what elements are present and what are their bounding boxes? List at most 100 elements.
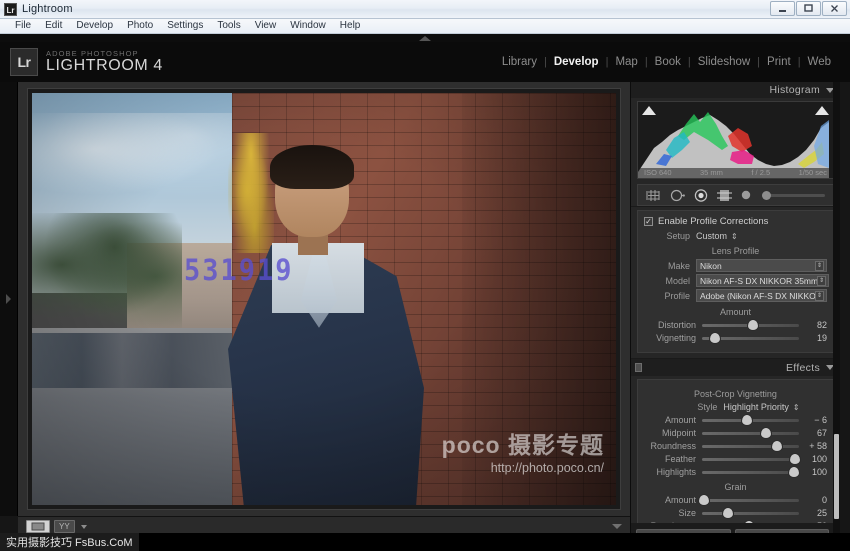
vignetting-slider[interactable] — [702, 332, 799, 343]
watermark-poco: poco 摄影专题 http://photo.poco.cn/ — [442, 426, 604, 475]
vignette-feather-row[interactable]: Feather 100 — [644, 453, 827, 464]
chevron-down-icon[interactable]: ⇕ — [815, 261, 824, 271]
highlight-clipping-icon[interactable] — [815, 106, 829, 115]
setup-value[interactable]: Custom — [696, 231, 727, 241]
up-down-stepper-icon[interactable]: ⇕ — [731, 232, 738, 241]
grain-amount-value[interactable]: 0 — [799, 495, 827, 505]
distortion-slider-row[interactable]: Distortion 82 — [644, 319, 827, 330]
crop-overlay-icon[interactable] — [646, 189, 661, 202]
grain-size-slider[interactable] — [702, 507, 799, 518]
distortion-slider[interactable] — [702, 319, 799, 330]
graduated-filter-icon[interactable] — [717, 189, 732, 202]
effects-header[interactable]: Effects — [631, 359, 840, 376]
enable-profile-corrections-row[interactable]: ✓ Enable Profile Corrections — [644, 216, 827, 227]
adjustment-brush-icon[interactable] — [741, 189, 753, 201]
lens-make-select[interactable]: Nikon ⇕ — [696, 259, 827, 272]
vignette-style-row[interactable]: Style Highlight Priority ⇕ — [644, 402, 827, 412]
vignette-feather-value[interactable]: 100 — [799, 454, 827, 464]
grain-size-row[interactable]: Size 25 — [644, 507, 827, 518]
vignetting-slider-row[interactable]: Vignetting 19 — [644, 332, 827, 343]
vignette-highlights-knob[interactable] — [789, 466, 800, 477]
panel-switch-icon[interactable] — [635, 363, 642, 372]
shadow-clipping-icon[interactable] — [642, 106, 656, 115]
histogram-chart[interactable]: ISO 640 35 mm f / 2.5 1/50 sec — [637, 101, 834, 179]
vignette-amount-row[interactable]: Amount − 6 — [644, 414, 827, 425]
lens-profile-row[interactable]: Profile Adobe (Nikon AF-S DX NIKKO... ⇕ — [644, 289, 827, 302]
up-down-stepper-icon[interactable]: ⇕ — [793, 403, 800, 412]
photo-image[interactable]: 531919 poco 摄影专题 http://photo.poco.cn/ — [32, 93, 616, 505]
vignetting-slider-knob[interactable] — [709, 332, 720, 343]
module-slideshow[interactable]: Slideshow — [691, 56, 757, 68]
module-book[interactable]: Book — [648, 56, 688, 68]
right-panel-scrollbar[interactable] — [833, 82, 840, 551]
vignette-feather-knob[interactable] — [790, 453, 801, 464]
enable-profile-corrections-checkbox[interactable]: ✓ — [644, 217, 653, 226]
module-library[interactable]: Library — [495, 56, 544, 68]
brush-size-slider-knob[interactable] — [762, 190, 771, 200]
menu-item-help[interactable]: Help — [333, 19, 368, 33]
distortion-value[interactable]: 82 — [799, 320, 827, 330]
menu-item-view[interactable]: View — [248, 19, 284, 33]
vignette-roundness-value[interactable]: + 58 — [799, 441, 827, 451]
caret-down-icon[interactable] — [80, 524, 87, 529]
identity-plate[interactable]: Lr ADOBE PHOTOSHOP LIGHTROOM 4 — [10, 48, 163, 76]
minimize-button[interactable] — [770, 1, 795, 16]
vignette-midpoint-slider[interactable] — [702, 427, 799, 438]
vignette-highlights-slider[interactable] — [702, 466, 800, 477]
vignette-midpoint-knob[interactable] — [761, 427, 772, 438]
menu-item-edit[interactable]: Edit — [38, 19, 69, 33]
module-develop[interactable]: Develop — [547, 56, 606, 68]
grain-size-knob[interactable] — [723, 507, 734, 518]
module-web[interactable]: Web — [801, 56, 838, 68]
menu-item-settings[interactable]: Settings — [160, 19, 210, 33]
chevron-down-icon[interactable]: ⇕ — [815, 291, 824, 301]
lens-profile-select[interactable]: Adobe (Nikon AF-S DX NIKKO... ⇕ — [696, 289, 827, 302]
vignette-roundness-row[interactable]: Roundness + 58 — [644, 440, 827, 451]
loupe-view-icon[interactable] — [26, 520, 50, 533]
brush-size-slider[interactable] — [762, 190, 825, 200]
vignette-amount-slider[interactable] — [702, 414, 799, 425]
vignette-midpoint-row[interactable]: Midpoint 67 — [644, 427, 827, 438]
setup-row[interactable]: Setup Custom ⇕ — [644, 231, 827, 241]
left-panel-collapse-toggle[interactable] — [0, 82, 18, 516]
menu-item-develop[interactable]: Develop — [69, 19, 120, 33]
right-panel-scrollbar-thumb[interactable] — [834, 434, 839, 519]
vignetting-value[interactable]: 19 — [799, 333, 827, 343]
vignette-amount-knob[interactable] — [741, 414, 752, 425]
menu-item-tools[interactable]: Tools — [210, 19, 247, 33]
lens-model-select[interactable]: Nikon AF-S DX NIKKOR 35mm... ⇕ — [696, 274, 830, 287]
grain-amount-knob[interactable] — [698, 494, 709, 505]
histogram-header[interactable]: Histogram — [631, 82, 840, 98]
triangle-down-icon[interactable] — [612, 524, 622, 529]
red-eye-correction-icon[interactable] — [694, 188, 708, 202]
lens-make-label: Make — [667, 260, 690, 271]
chevron-down-icon[interactable]: ⇕ — [817, 276, 827, 286]
vignette-highlights-row[interactable]: Highlights 100 — [644, 466, 827, 477]
menu-item-photo[interactable]: Photo — [120, 19, 160, 33]
maximize-button[interactable] — [796, 1, 821, 16]
photo-stage: 531919 poco 摄影专题 http://photo.poco.cn/ — [18, 82, 630, 516]
close-button[interactable] — [822, 1, 847, 16]
distortion-slider-knob[interactable] — [748, 319, 759, 330]
top-panel-collapse-toggle[interactable] — [0, 34, 850, 42]
grain-amount-row[interactable]: Amount 0 — [644, 494, 827, 505]
grain-amount-slider[interactable] — [698, 494, 799, 505]
vignette-roundness-knob[interactable] — [771, 440, 782, 451]
lens-model-row[interactable]: Model Nikon AF-S DX NIKKOR 35mm... ⇕ — [644, 274, 830, 287]
vignette-midpoint-value[interactable]: 67 — [799, 428, 827, 438]
menu-item-window[interactable]: Window — [283, 19, 333, 33]
window-controls — [770, 1, 847, 16]
module-map[interactable]: Map — [608, 56, 644, 68]
vignette-style-value[interactable]: Highlight Priority — [723, 402, 789, 412]
vignette-highlights-value[interactable]: 100 — [799, 467, 827, 477]
menu-item-file[interactable]: File — [8, 19, 38, 33]
vignette-roundness-slider[interactable] — [702, 440, 799, 451]
compare-view-button[interactable]: YY — [54, 520, 75, 533]
identity-text: ADOBE PHOTOSHOP LIGHTROOM 4 — [46, 49, 163, 75]
vignette-amount-value[interactable]: − 6 — [799, 415, 827, 425]
module-print[interactable]: Print — [760, 56, 798, 68]
lens-make-row[interactable]: Make Nikon ⇕ — [644, 259, 827, 272]
spot-removal-icon[interactable] — [670, 189, 685, 202]
grain-size-value[interactable]: 25 — [799, 508, 827, 518]
vignette-feather-slider[interactable] — [702, 453, 801, 464]
